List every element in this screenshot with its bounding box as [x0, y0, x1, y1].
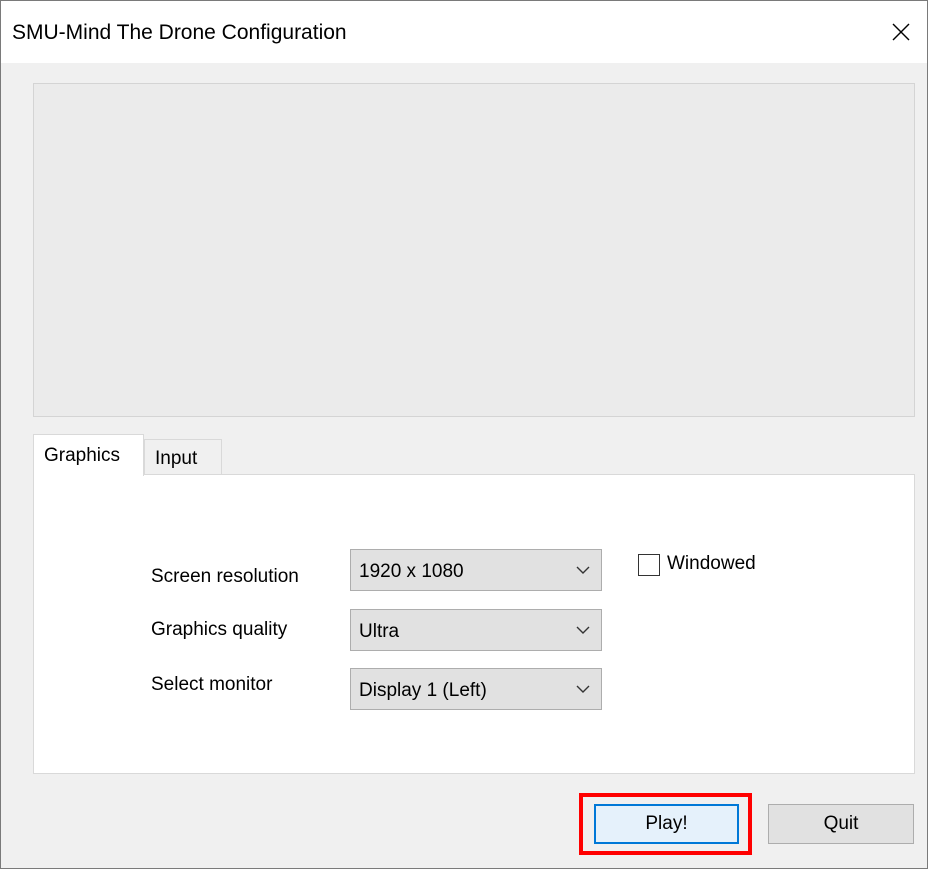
- quit-button[interactable]: Quit: [768, 804, 914, 844]
- graphics-quality-value: Ultra: [359, 621, 400, 642]
- close-icon: [892, 23, 910, 41]
- tab-graphics-label: Graphics: [44, 445, 121, 466]
- windowed-checkbox[interactable]: [638, 554, 660, 576]
- chevron-down-icon: [576, 566, 590, 574]
- tab-input-label: Input: [155, 448, 198, 469]
- chevron-down-icon: [576, 626, 590, 634]
- select-monitor-label: Select monitor: [151, 674, 273, 695]
- graphics-quality-select[interactable]: Ultra: [350, 609, 602, 651]
- play-button-label: Play!: [645, 813, 688, 834]
- window-title: SMU-Mind The Drone Configuration: [12, 21, 347, 44]
- chevron-down-icon: [576, 685, 590, 693]
- config-window: SMU-Mind The Drone Configuration Graphic…: [0, 0, 928, 869]
- title-bar: SMU-Mind The Drone Configuration: [1, 1, 927, 63]
- quit-button-label: Quit: [823, 813, 859, 834]
- screen-resolution-label: Screen resolution: [151, 566, 299, 587]
- screen-resolution-value: 1920 x 1080: [359, 561, 464, 582]
- play-button[interactable]: Play!: [594, 804, 739, 844]
- screen-resolution-select[interactable]: 1920 x 1080: [350, 549, 602, 591]
- close-button[interactable]: [875, 1, 927, 63]
- select-monitor-select[interactable]: Display 1 (Left): [350, 668, 602, 710]
- tab-input[interactable]: Input: [144, 439, 222, 475]
- select-monitor-value: Display 1 (Left): [359, 680, 487, 701]
- windowed-label[interactable]: Windowed: [667, 553, 756, 575]
- banner-image: [33, 83, 915, 417]
- tab-graphics[interactable]: Graphics: [33, 434, 144, 476]
- graphics-quality-label: Graphics quality: [151, 619, 288, 640]
